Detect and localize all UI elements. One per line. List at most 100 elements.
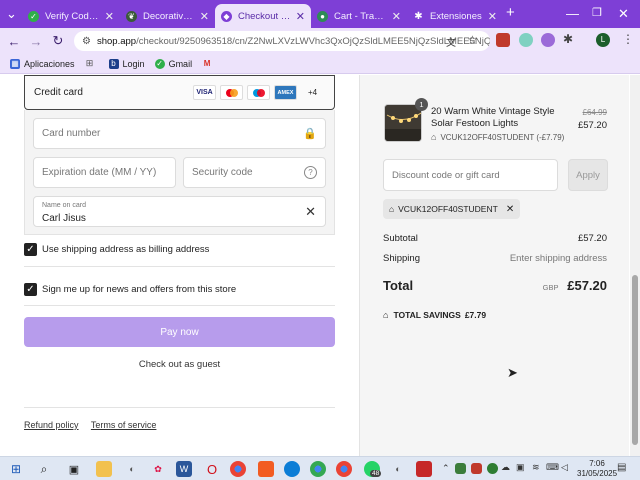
opera-icon[interactable]: O	[204, 461, 220, 477]
site-info-icon[interactable]: ⚙	[82, 36, 91, 47]
new-tab-icon[interactable]: +	[506, 4, 515, 21]
extension-red-icon[interactable]	[496, 33, 510, 47]
close-tab-icon[interactable]: ✕	[392, 10, 401, 23]
tab-extensions[interactable]: ✱ Extensiones ✕	[407, 4, 503, 28]
lock-icon: 🔒	[303, 128, 317, 140]
globe-favicon-icon: ●	[317, 10, 328, 22]
media-app-icon[interactable]	[416, 461, 432, 477]
name-on-card-field[interactable]: Name on card Carl Jisus ✕	[33, 196, 326, 227]
close-tab-icon[interactable]: ✕	[488, 10, 497, 23]
checkbox-checked-icon[interactable]: ✓	[24, 283, 37, 296]
file-explorer-icon[interactable]	[96, 461, 112, 477]
clear-icon[interactable]: ✕	[305, 204, 316, 220]
divider	[24, 305, 335, 306]
camera-icon[interactable]: ▣	[516, 462, 525, 473]
tab-label: Verify Codes —	[45, 10, 101, 22]
credit-card-option[interactable]: Credit card VISA AMEX +4	[24, 75, 335, 110]
close-tab-icon[interactable]: ✕	[105, 10, 114, 23]
card-number-field[interactable]: Card number 🔒	[33, 118, 326, 149]
remove-discount-icon[interactable]: ✕	[506, 204, 514, 215]
search-icon[interactable]: ⌕	[36, 461, 52, 477]
tray-app-icon[interactable]	[471, 463, 482, 474]
tab-search-icon[interactable]: ⌄	[6, 6, 17, 22]
keyboard-icon[interactable]: ⌨	[546, 462, 559, 473]
tab-cart[interactable]: ● Cart - Trampoli ✕	[311, 4, 407, 28]
mouse-app-icon[interactable]: ◐	[390, 461, 406, 477]
tray-app-icon[interactable]	[455, 463, 466, 474]
discount-code-input[interactable]: Discount code or gift card	[383, 159, 558, 191]
savings-label: TOTAL SAVINGS	[393, 310, 461, 320]
tab-checkout[interactable]: ◆ Checkout - Ligh ✕	[215, 4, 311, 28]
tab-decorative-lights[interactable]: ❦ Decorative Ligh ✕	[120, 4, 215, 28]
security-code-field[interactable]: Security code ?	[183, 157, 326, 188]
menu-dots-icon[interactable]: ⋮	[622, 32, 634, 46]
app-icon[interactable]: ✿	[150, 461, 166, 477]
tag-favicon-icon: ◆	[221, 10, 232, 22]
tray-app-icon[interactable]	[487, 463, 498, 474]
product-thumbnail	[384, 104, 422, 142]
help-icon[interactable]: ?	[304, 166, 317, 179]
bookmark-star-icon[interactable]: ☆	[467, 33, 478, 47]
tab-verify-codes[interactable]: ✓ Verify Codes — ✕	[22, 4, 120, 28]
close-tab-icon[interactable]: ✕	[296, 10, 305, 23]
chrome-profile-icon[interactable]	[336, 461, 352, 477]
bookmarks-bar: ▦ Aplicaciones ⊞ b Login ✓ Gmail M	[0, 54, 640, 74]
amex-icon: AMEX	[274, 85, 297, 100]
gmail-m-icon: M	[203, 59, 211, 68]
back-icon[interactable]: ←	[3, 34, 25, 49]
wifi-icon[interactable]: ≋	[532, 462, 540, 473]
chrome-profile-icon[interactable]	[310, 461, 326, 477]
bookmark-login[interactable]: b Login	[108, 58, 145, 69]
translate-icon[interactable]: 文	[446, 34, 456, 49]
task-view-icon[interactable]: ▣	[66, 461, 82, 477]
chrome-icon[interactable]	[230, 461, 246, 477]
extensions-puzzle-icon[interactable]: ✱	[563, 32, 573, 46]
reload-icon[interactable]: ↻	[47, 33, 69, 49]
word-icon[interactable]: W	[176, 461, 192, 477]
scrollbar-thumb[interactable]	[632, 275, 638, 445]
mouse-app-icon[interactable]: ◐	[124, 461, 140, 477]
checkbox-checked-icon[interactable]: ✓	[24, 243, 37, 256]
expiration-placeholder: Expiration date (MM / YY)	[42, 167, 157, 178]
url-input[interactable]: ⚙ shop.app /checkout/9250963518/cn/Z2NwL…	[74, 31, 490, 51]
bookmark-gmail-m[interactable]: M	[202, 59, 216, 69]
notifications-icon[interactable]: ▤	[617, 462, 626, 473]
restore-icon[interactable]: ❐	[592, 6, 602, 19]
brave-icon[interactable]	[258, 461, 274, 477]
close-window-icon[interactable]: ✕	[618, 6, 629, 22]
bookmark-apps[interactable]: ▦ Aplicaciones	[10, 58, 75, 69]
system-clock[interactable]: 7:06 31/05/2025	[577, 459, 617, 479]
total-row: Total GBP £57.20	[383, 278, 607, 293]
profile-avatar[interactable]: L	[596, 33, 610, 47]
subtotal-value: £57.20	[577, 233, 607, 244]
check-favicon-icon: ✓	[28, 10, 39, 22]
minimize-icon[interactable]: —	[566, 6, 579, 21]
tray-overflow-icon[interactable]: ⌃	[442, 463, 450, 474]
bookmark-label: Gmail	[168, 58, 193, 69]
check-out-as-guest-link[interactable]: Check out as guest	[24, 359, 335, 370]
edge-icon[interactable]	[284, 461, 300, 477]
card-number-placeholder: Card number	[42, 128, 101, 139]
forward-icon[interactable]: →	[25, 34, 47, 49]
billing-address-checkbox-row[interactable]: ✓ Use shipping address as billing addres…	[24, 243, 209, 256]
applied-discount-chip: ⌂ VCUK12OFF40STUDENT ✕	[383, 199, 521, 219]
close-tab-icon[interactable]: ✕	[200, 10, 209, 23]
shipping-value: Enter shipping address	[509, 253, 607, 264]
bookmark-gmail[interactable]: ✓ Gmail	[154, 58, 193, 69]
pay-now-button[interactable]: Pay now	[24, 317, 335, 347]
apply-button[interactable]: Apply	[568, 159, 608, 191]
total-label: Total	[383, 278, 414, 293]
terms-of-service-link[interactable]: Terms of service	[91, 420, 157, 430]
windows-start-icon[interactable]: ⊞	[8, 461, 24, 477]
newsletter-checkbox-row[interactable]: ✓ Sign me up for news and offers from th…	[24, 283, 236, 296]
extension-purple-icon[interactable]	[541, 33, 555, 47]
refund-policy-link[interactable]: Refund policy	[24, 420, 79, 430]
volume-icon[interactable]: ◁	[561, 462, 568, 473]
cloud-icon[interactable]: ☁	[501, 462, 510, 473]
expiration-date-field[interactable]: Expiration date (MM / YY)	[33, 157, 176, 188]
shipping-label: Shipping	[383, 253, 420, 264]
bookmark-grid[interactable]: ⊞	[85, 58, 99, 69]
tab-label: Checkout - Ligh	[238, 10, 292, 22]
newsletter-checkbox-label: Sign me up for news and offers from this…	[42, 284, 237, 295]
extension-teal-icon[interactable]	[519, 33, 533, 47]
